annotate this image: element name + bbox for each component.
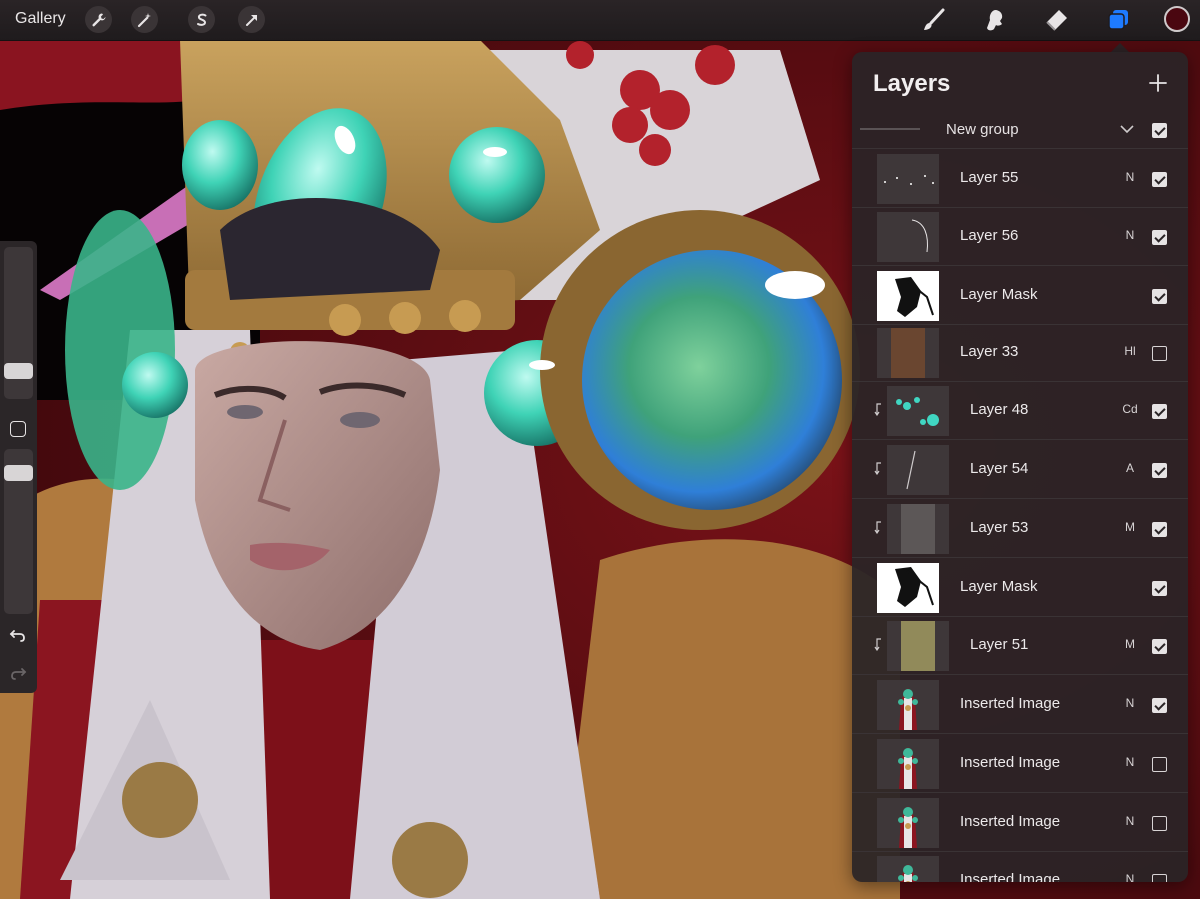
layer-thumbnail xyxy=(877,563,939,613)
clipping-mask-arrow-icon xyxy=(874,637,884,652)
blend-mode-button[interactable]: M xyxy=(1120,520,1140,534)
layer-visibility-checkbox[interactable] xyxy=(1152,757,1167,772)
layer-name: Layer 51 xyxy=(970,636,1029,653)
transform-arrow-icon[interactable] xyxy=(238,6,265,33)
top-toolbar: Gallery xyxy=(0,0,1200,41)
layer-name: Inserted Image xyxy=(960,813,1061,830)
layer-thumbnail xyxy=(877,856,939,882)
layer-name: Layer 54 xyxy=(970,460,1029,477)
layer-visibility-checkbox[interactable] xyxy=(1152,639,1167,654)
smudge-icon[interactable] xyxy=(980,6,1008,34)
layer-thumbnail xyxy=(877,154,939,204)
layer-visibility-checkbox[interactable] xyxy=(1152,346,1167,361)
layer-visibility-checkbox[interactable] xyxy=(1152,522,1167,537)
gallery-button[interactable]: Gallery xyxy=(15,10,66,28)
layers-panel-title: Layers xyxy=(873,70,951,97)
blend-mode-button[interactable]: N xyxy=(1120,228,1140,242)
layer-visibility-checkbox[interactable] xyxy=(1152,230,1167,245)
blend-mode-button[interactable]: Hl xyxy=(1120,344,1140,358)
group-visibility-checkbox[interactable] xyxy=(1152,123,1167,138)
layers-panel: Layers New group Layer 55 N Layer 56 N Layer… xyxy=(852,52,1188,882)
layer-name: Layer 48 xyxy=(970,401,1029,418)
layer-visibility-checkbox[interactable] xyxy=(1152,581,1167,596)
layer-thumbnail xyxy=(877,798,939,848)
brush-icon[interactable] xyxy=(920,6,948,34)
layer-name: Inserted Image xyxy=(960,871,1061,882)
layer-row[interactable]: Layer 55 N xyxy=(852,150,1188,208)
layer-thumbnail xyxy=(877,328,939,378)
layer-name: Layer 53 xyxy=(970,519,1029,536)
layer-group-row[interactable]: New group xyxy=(852,112,1188,149)
layer-thumbnail xyxy=(887,386,949,436)
opacity-handle[interactable] xyxy=(4,465,33,481)
layer-visibility-checkbox[interactable] xyxy=(1152,816,1167,831)
layer-row[interactable]: Layer 48 Cd xyxy=(852,382,1188,440)
left-sidebar xyxy=(0,241,37,693)
blend-mode-button[interactable]: N xyxy=(1120,755,1140,769)
modify-button[interactable] xyxy=(10,421,26,437)
blend-mode-button[interactable]: Cd xyxy=(1120,402,1140,416)
layer-row[interactable]: Layer 53 M xyxy=(852,500,1188,558)
layer-name: Layer Mask xyxy=(960,578,1038,595)
layer-row[interactable]: Layer 54 A xyxy=(852,441,1188,499)
add-layer-plus-icon[interactable] xyxy=(1147,72,1169,94)
group-name: New group xyxy=(946,121,1019,138)
layer-row[interactable]: Inserted Image N xyxy=(852,676,1188,734)
layer-thumbnail xyxy=(877,212,939,262)
layer-thumbnail xyxy=(877,680,939,730)
layer-name: Inserted Image xyxy=(960,695,1061,712)
layer-visibility-checkbox[interactable] xyxy=(1152,874,1167,882)
layer-visibility-checkbox[interactable] xyxy=(1152,289,1167,304)
clipping-mask-arrow-icon xyxy=(874,461,884,476)
layer-visibility-checkbox[interactable] xyxy=(1152,463,1167,478)
group-divider xyxy=(860,128,920,130)
layer-row[interactable]: Layer Mask xyxy=(852,267,1188,325)
layer-name: Inserted Image xyxy=(960,754,1061,771)
chevron-down-icon[interactable] xyxy=(1119,122,1135,134)
blend-mode-button[interactable]: N xyxy=(1120,872,1140,882)
layer-thumbnail xyxy=(877,271,939,321)
clipping-mask-arrow-icon xyxy=(874,520,884,535)
magic-wand-icon[interactable] xyxy=(131,6,158,33)
layer-row[interactable]: Inserted Image N xyxy=(852,735,1188,793)
layer-name: Layer 55 xyxy=(960,169,1019,186)
layer-row[interactable]: Layer 51 M xyxy=(852,617,1188,675)
layer-row[interactable]: Layer Mask xyxy=(852,559,1188,617)
layer-row[interactable]: Inserted Image N xyxy=(852,794,1188,852)
color-picker-swatch[interactable] xyxy=(1164,6,1190,32)
eraser-icon[interactable] xyxy=(1042,6,1070,34)
selection-s-icon[interactable] xyxy=(188,6,215,33)
blend-mode-button[interactable]: N xyxy=(1120,814,1140,828)
layer-thumbnail xyxy=(887,445,949,495)
layer-thumbnail xyxy=(877,739,939,789)
layer-row[interactable]: Layer 56 N xyxy=(852,208,1188,266)
blend-mode-button[interactable]: N xyxy=(1120,170,1140,184)
layer-visibility-checkbox[interactable] xyxy=(1152,404,1167,419)
layer-row[interactable]: Inserted Image N xyxy=(852,852,1188,882)
clipping-mask-arrow-icon xyxy=(874,402,884,417)
layer-thumbnail xyxy=(887,621,949,671)
layers-icon[interactable] xyxy=(1104,6,1132,34)
redo-icon[interactable] xyxy=(8,664,28,684)
blend-mode-button[interactable]: N xyxy=(1120,696,1140,710)
blend-mode-button[interactable]: A xyxy=(1120,461,1140,475)
brush-size-handle[interactable] xyxy=(4,363,33,379)
layer-visibility-checkbox[interactable] xyxy=(1152,698,1167,713)
layer-name: Layer Mask xyxy=(960,286,1038,303)
undo-icon[interactable] xyxy=(8,626,28,646)
layer-visibility-checkbox[interactable] xyxy=(1152,172,1167,187)
wrench-icon[interactable] xyxy=(85,6,112,33)
layer-row[interactable]: Layer 33 Hl xyxy=(852,324,1188,382)
layer-thumbnail xyxy=(887,504,949,554)
layer-name: Layer 56 xyxy=(960,227,1019,244)
layer-name: Layer 33 xyxy=(960,343,1019,360)
blend-mode-button[interactable]: M xyxy=(1120,637,1140,651)
